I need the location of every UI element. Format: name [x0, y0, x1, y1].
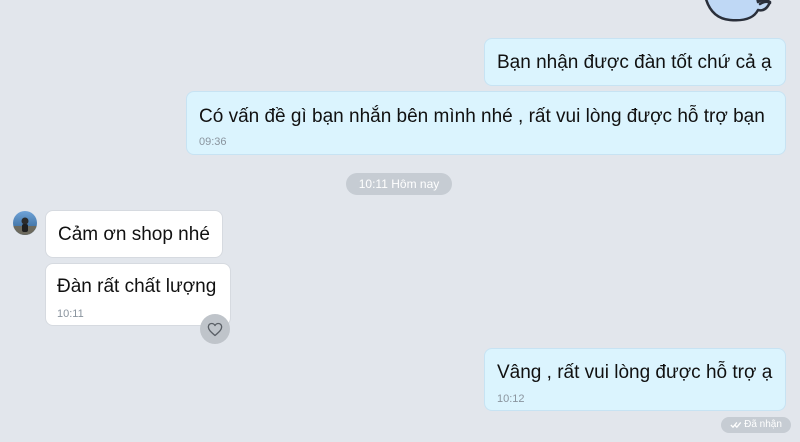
date-separator: 10:11 Hôm nay: [346, 173, 452, 195]
message-bubble-outgoing[interactable]: Bạn nhận được đàn tốt chứ cả ạ: [484, 38, 786, 86]
message-time: 10:12: [497, 393, 525, 405]
avatar[interactable]: [13, 211, 37, 235]
message-text: Có vấn đề gì bạn nhắn bên mình nhé , rất…: [199, 106, 765, 127]
message-text: Bạn nhận được đàn tốt chứ cả ạ: [497, 52, 772, 73]
message-text: Đàn rất chất lượng: [57, 276, 217, 297]
message-text: Cảm ơn shop nhé: [58, 224, 210, 245]
reaction-heart-button[interactable]: [200, 314, 230, 344]
user-avatar-icon: [13, 211, 37, 235]
message-bubble-outgoing[interactable]: Có vấn đề gì bạn nhắn bên mình nhé , rất…: [186, 91, 786, 155]
heart-icon: [207, 322, 223, 336]
message-bubble-incoming[interactable]: Cảm ơn shop nhé: [45, 210, 223, 258]
delivery-status: Đã nhận: [721, 417, 791, 433]
message-text: Vâng , rất vui lòng được hỗ trợ ạ: [497, 362, 773, 383]
cat-sticker: [705, 0, 772, 22]
delivery-status-label: Đã nhận: [744, 419, 782, 430]
message-time: 10:11: [57, 308, 84, 320]
message-bubble-incoming[interactable]: Đàn rất chất lượng 10:11: [45, 263, 231, 326]
message-time: 09:36: [199, 136, 227, 148]
message-bubble-outgoing[interactable]: Vâng , rất vui lòng được hỗ trợ ạ 10:12: [484, 348, 786, 411]
double-check-icon: [730, 422, 742, 429]
